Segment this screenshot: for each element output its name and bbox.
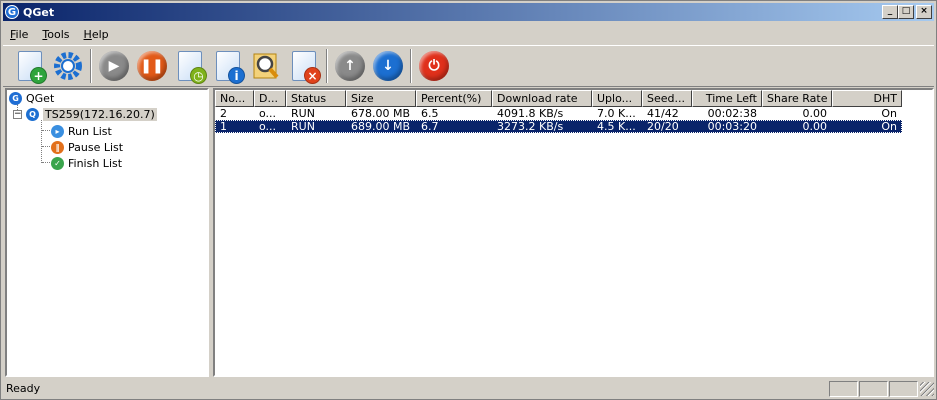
menu-tools[interactable]: Tools bbox=[35, 28, 76, 41]
status-text: Ready bbox=[6, 382, 41, 395]
column-header-d[interactable]: D... bbox=[254, 90, 286, 107]
column-header-percent[interactable]: Percent(%) bbox=[416, 90, 492, 107]
server-icon: Q bbox=[26, 107, 39, 121]
table-row-selected[interactable]: 1 o... RUN 689.00 MB 6.7 3273.2 KB/s 4.5… bbox=[215, 120, 902, 133]
pause-icon: ❚❚ bbox=[137, 51, 167, 81]
column-header-status[interactable]: Status bbox=[286, 90, 346, 107]
start-icon: ▶ bbox=[99, 51, 129, 81]
delete-button[interactable]: × bbox=[285, 47, 323, 85]
schedule-button[interactable]: ◷ bbox=[171, 47, 209, 85]
tree-view[interactable]: G QGet − Q TS259(172.16.20.7) ▸ Run List… bbox=[5, 88, 209, 377]
power-button[interactable]: ⏻ bbox=[415, 47, 453, 85]
pause-icon: ‖ bbox=[51, 140, 64, 154]
add-task-button[interactable]: + bbox=[11, 47, 49, 85]
collapse-toggle[interactable]: − bbox=[13, 109, 22, 119]
schedule-icon: ◷ bbox=[178, 51, 207, 84]
tree-root-label: QGet bbox=[26, 91, 55, 105]
tree-root[interactable]: G QGet bbox=[9, 90, 54, 106]
column-header-upload[interactable]: Uplo... bbox=[592, 90, 642, 107]
status-bar: Ready bbox=[3, 379, 934, 398]
tree-item-label: Run List bbox=[68, 124, 112, 138]
search-icon bbox=[253, 53, 279, 79]
menu-file[interactable]: File bbox=[3, 28, 35, 41]
column-header-time-left[interactable]: Time Left bbox=[692, 90, 762, 107]
title-bar[interactable]: G QGet _ □ × bbox=[3, 3, 934, 21]
tree-server-node[interactable]: − Q TS259(172.16.20.7) bbox=[13, 106, 157, 122]
move-down-icon: ↓ bbox=[373, 51, 403, 81]
app-icon: G bbox=[5, 5, 19, 19]
window-title: QGet bbox=[23, 5, 55, 19]
info-icon: i bbox=[216, 51, 245, 84]
move-down-button[interactable]: ↓ bbox=[369, 47, 407, 85]
list-header: No... D... Status Size Percent(%) Downlo… bbox=[215, 90, 932, 107]
column-header-dht[interactable]: DHT bbox=[832, 90, 902, 107]
column-header-download-rate[interactable]: Download rate bbox=[492, 90, 592, 107]
toolbar-separator bbox=[326, 49, 328, 83]
move-up-icon: ↑ bbox=[335, 51, 365, 81]
toolbar-separator bbox=[410, 49, 412, 83]
move-up-button[interactable]: ↑ bbox=[331, 47, 369, 85]
settings-button[interactable] bbox=[49, 47, 87, 85]
add-task-icon: + bbox=[18, 51, 47, 84]
column-header-seed[interactable]: Seed... bbox=[642, 90, 692, 107]
column-header-no[interactable]: No... bbox=[215, 90, 254, 107]
app-icon: G bbox=[9, 91, 22, 105]
column-header-share-rate[interactable]: Share Rate bbox=[762, 90, 832, 107]
close-button[interactable]: × bbox=[916, 5, 932, 19]
run-icon: ▸ bbox=[51, 124, 64, 138]
menu-bar: File Tools Help bbox=[3, 25, 116, 44]
info-button[interactable]: i bbox=[209, 47, 247, 85]
main-window: G QGet _ □ × File Tools Help + ▶ ❚❚ ◷ i … bbox=[0, 0, 937, 400]
check-icon: ✓ bbox=[51, 156, 64, 170]
maximize-button[interactable]: □ bbox=[898, 5, 914, 19]
tree-item-label: Pause List bbox=[68, 140, 124, 154]
table-row[interactable]: 2 o... RUN 678.00 MB 6.5 4091.8 KB/s 7.0… bbox=[215, 107, 932, 120]
status-panel bbox=[889, 380, 918, 397]
tree-server-label: TS259(172.16.20.7) bbox=[43, 107, 157, 121]
tree-item-finish-list[interactable]: ✓ Finish List bbox=[51, 155, 122, 171]
start-button[interactable]: ▶ bbox=[95, 47, 133, 85]
menu-help[interactable]: Help bbox=[77, 28, 116, 41]
settings-icon bbox=[54, 52, 82, 80]
status-panel bbox=[829, 380, 858, 397]
tree-item-run-list[interactable]: ▸ Run List bbox=[51, 123, 112, 139]
pause-button[interactable]: ❚❚ bbox=[133, 47, 171, 85]
task-list[interactable]: No... D... Status Size Percent(%) Downlo… bbox=[213, 88, 934, 377]
tree-item-pause-list[interactable]: ‖ Pause List bbox=[51, 139, 123, 155]
toolbar-separator bbox=[90, 49, 92, 83]
delete-icon: × bbox=[292, 51, 321, 84]
column-header-size[interactable]: Size bbox=[346, 90, 416, 107]
resize-grip[interactable] bbox=[920, 381, 934, 396]
power-icon: ⏻ bbox=[419, 51, 449, 81]
toolbar: + ▶ ❚❚ ◷ i × ↑ ↓ ⏻ bbox=[3, 45, 934, 87]
minimize-button[interactable]: _ bbox=[882, 5, 898, 19]
status-panel bbox=[859, 380, 888, 397]
search-button[interactable] bbox=[247, 47, 285, 85]
tree-item-label: Finish List bbox=[68, 156, 123, 170]
